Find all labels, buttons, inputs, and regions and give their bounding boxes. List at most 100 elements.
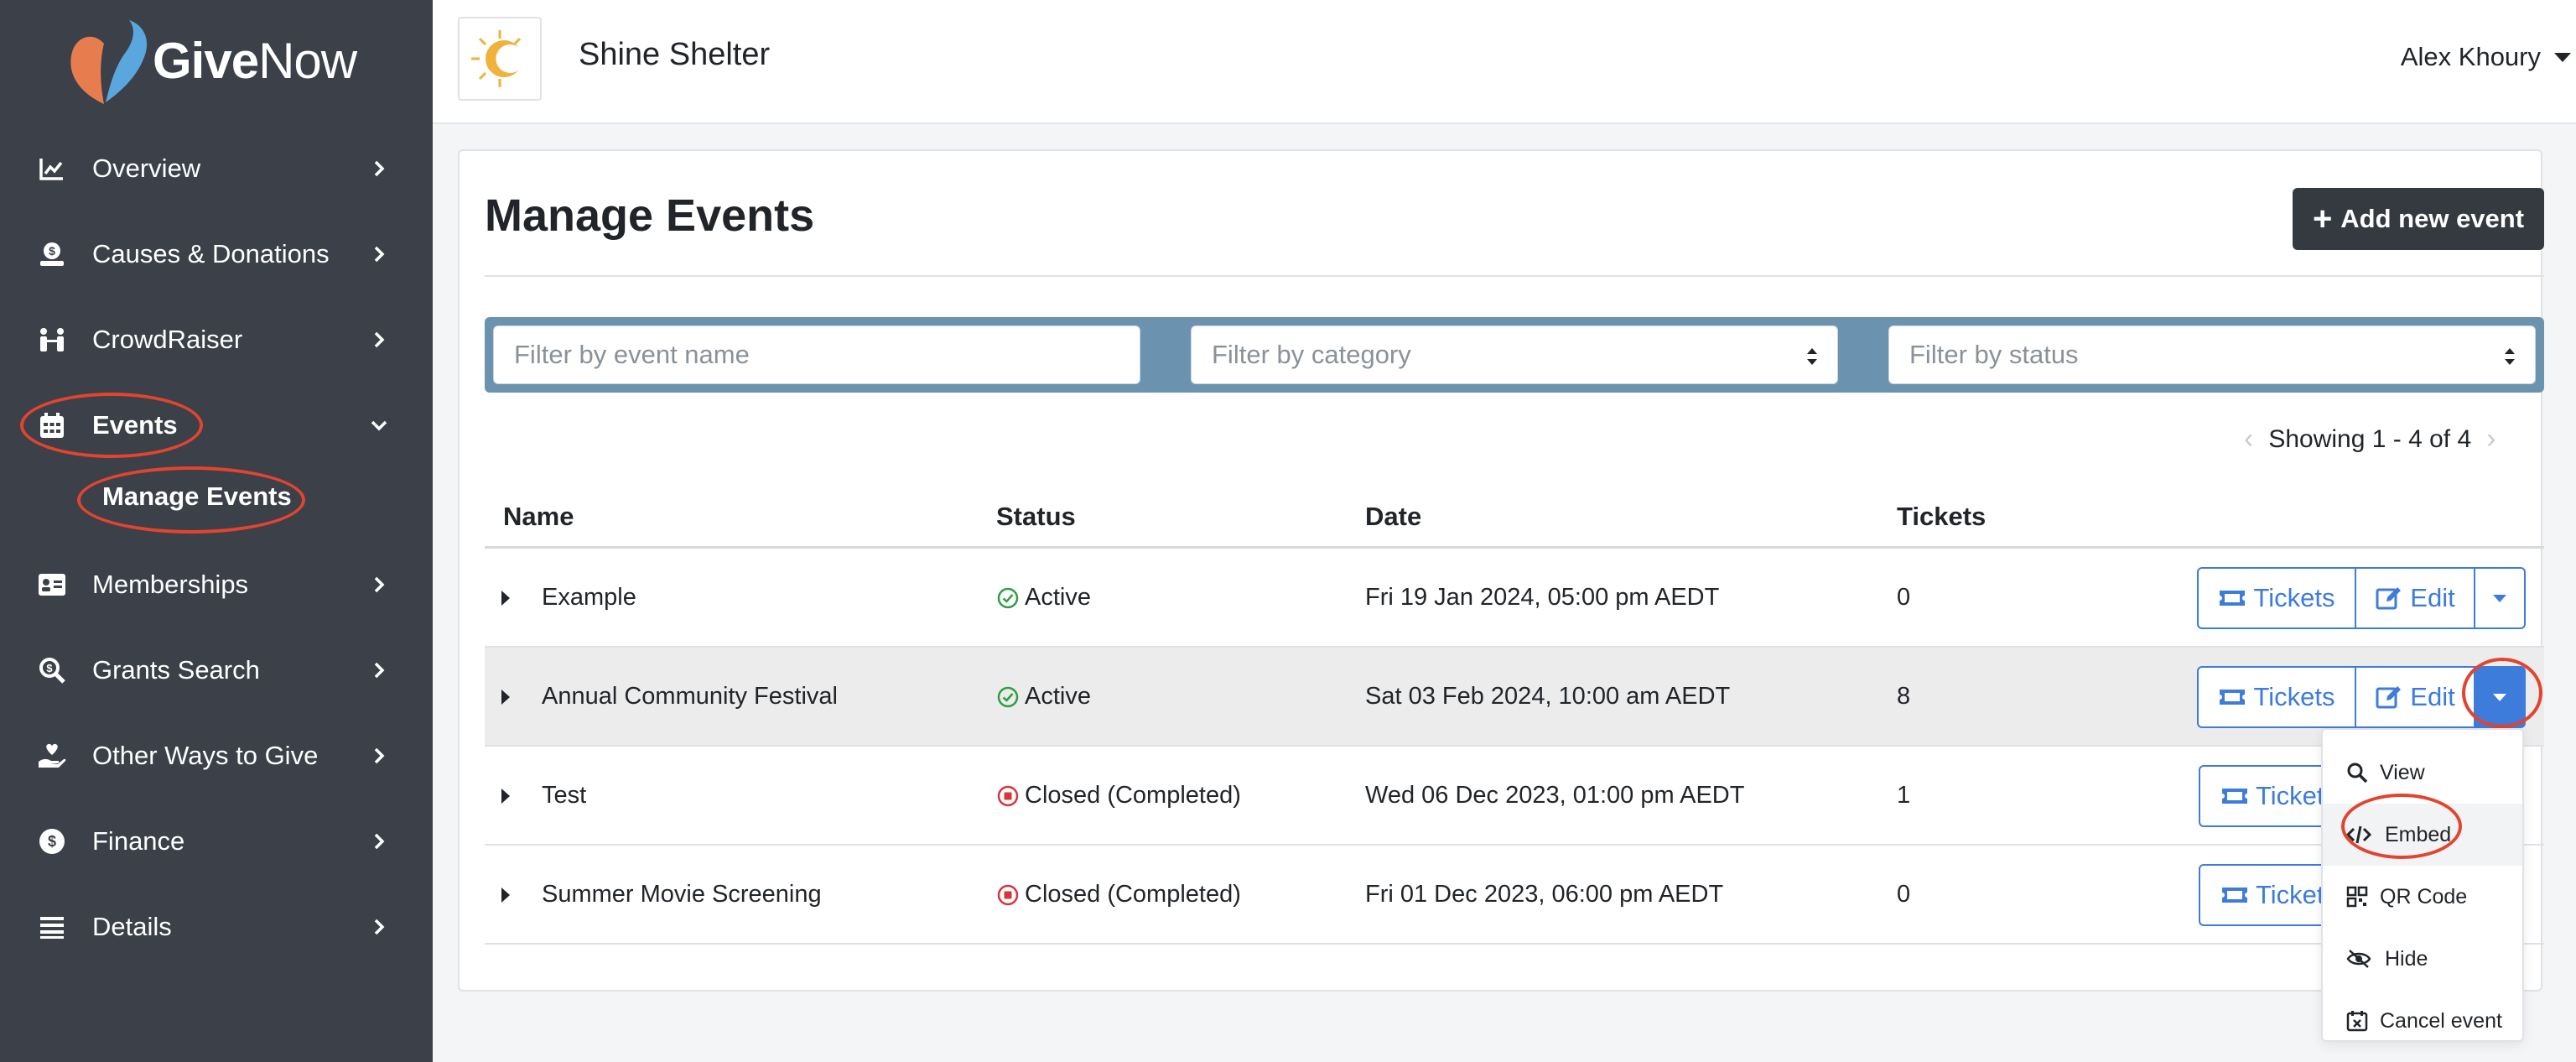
add-new-event-button[interactable]: + Add new event bbox=[2293, 188, 2544, 250]
chevron-right-icon bbox=[374, 331, 385, 348]
chevron-right-icon bbox=[374, 246, 385, 263]
expand-row-icon[interactable] bbox=[501, 591, 510, 606]
ticket-icon bbox=[2220, 591, 2246, 606]
status-cell: Closed (Completed) bbox=[996, 881, 1241, 908]
hand-heart-icon bbox=[37, 741, 67, 771]
expand-row-icon[interactable] bbox=[501, 690, 510, 705]
chevron-right-icon bbox=[374, 833, 385, 850]
sidebar-item-grants-search[interactable]: $ Grants Search bbox=[0, 641, 433, 700]
sidebar-item-other-ways-to-give[interactable]: Other Ways to Give bbox=[0, 726, 433, 785]
sidebar-item-label: Finance bbox=[92, 826, 185, 856]
edit-button[interactable]: Edit bbox=[2356, 567, 2475, 629]
qr-code-icon bbox=[2346, 886, 2368, 908]
sidebar-item-causes-donations[interactable]: $ Causes & Donations bbox=[0, 225, 433, 284]
table-row: Test Closed (Completed) Wed 06 Dec 2023,… bbox=[485, 747, 2544, 846]
dropdown-item-label: QR Code bbox=[2380, 884, 2468, 908]
sidebar-item-details[interactable]: Details bbox=[0, 898, 433, 956]
edit-button[interactable]: Edit bbox=[2356, 666, 2475, 728]
dropdown-item-hide[interactable]: Hide bbox=[2323, 928, 2522, 990]
status-cell: Closed (Completed) bbox=[996, 782, 1241, 810]
id-card-icon bbox=[37, 570, 67, 600]
expand-row-icon[interactable] bbox=[501, 789, 510, 804]
eye-slash-icon bbox=[2346, 950, 2371, 968]
org-logo bbox=[458, 17, 542, 101]
dropdown-item-label: View bbox=[2380, 760, 2425, 784]
tickets-label: Tickets bbox=[2253, 682, 2335, 711]
more-actions-toggle[interactable] bbox=[2475, 567, 2526, 629]
tickets-label: Ticket bbox=[2256, 880, 2324, 909]
annotation-circle-embed bbox=[2341, 794, 2462, 859]
annotation-circle-manage-events bbox=[77, 466, 305, 534]
stop-circle-icon bbox=[997, 785, 1019, 806]
tickets-button[interactable]: Tickets bbox=[2197, 666, 2356, 728]
donate-icon: $ bbox=[37, 239, 67, 269]
dropdown-item-cancel-event[interactable]: Cancel event bbox=[2323, 990, 2522, 1052]
plus-icon: + bbox=[2312, 200, 2333, 237]
ticket-count: 0 bbox=[1897, 881, 1911, 908]
status-text: Active bbox=[1025, 584, 1091, 611]
pagination-text: Showing 1 - 4 of 4 bbox=[2268, 424, 2472, 453]
column-header-name[interactable]: Name bbox=[503, 502, 574, 532]
edit-icon bbox=[2376, 686, 2402, 709]
prev-page-icon[interactable]: ‹ bbox=[2244, 423, 2253, 456]
calendar-x-icon bbox=[2346, 1011, 2368, 1032]
events-card: Manage Events + Add new event Filter by … bbox=[458, 149, 2544, 992]
select-arrows-icon bbox=[2505, 348, 2515, 365]
svg-text:$: $ bbox=[46, 662, 53, 674]
dropdown-item-view[interactable]: View bbox=[2323, 742, 2522, 804]
filter-category-placeholder: Filter by category bbox=[1212, 340, 1411, 369]
check-circle-icon bbox=[997, 587, 1019, 608]
sidebar: GiveNow Overview $ Causes & Donations Cr… bbox=[0, 0, 433, 1062]
event-date: Fri 19 Jan 2024, 05:00 pm AEDT bbox=[1365, 584, 1720, 611]
filter-event-name-input[interactable]: Filter by event name bbox=[493, 325, 1140, 384]
status-cell: Active bbox=[996, 584, 1091, 612]
chart-line-icon bbox=[37, 154, 67, 184]
ticket-count: 8 bbox=[1897, 683, 1911, 710]
sidebar-item-memberships[interactable]: Memberships bbox=[0, 555, 433, 614]
caret-down-icon bbox=[2493, 594, 2506, 602]
column-header-date[interactable]: Date bbox=[1365, 502, 1421, 532]
column-header-status[interactable]: Status bbox=[996, 502, 1076, 532]
tickets-label: Tickets bbox=[2253, 583, 2335, 612]
search-dollar-icon: $ bbox=[37, 655, 67, 685]
user-menu[interactable]: Alex Khoury bbox=[2401, 42, 2571, 72]
filter-category-select[interactable]: Filter by category bbox=[1191, 325, 1838, 384]
heart-logo-icon bbox=[70, 20, 148, 104]
event-name: Test bbox=[542, 782, 587, 809]
magnifier-icon bbox=[2347, 763, 2368, 783]
sidebar-item-finance[interactable]: $ Finance bbox=[0, 812, 433, 871]
user-name: Alex Khoury bbox=[2400, 42, 2541, 71]
table-row: Annual Community Festival Active Sat 03 … bbox=[485, 648, 2544, 747]
table-row: Summer Movie Screening Closed (Completed… bbox=[485, 846, 2544, 945]
column-header-tickets[interactable]: Tickets bbox=[1897, 502, 1986, 532]
sidebar-item-label: Causes & Donations bbox=[92, 239, 330, 268]
ticket-count: 0 bbox=[1897, 584, 1911, 611]
chevron-right-icon bbox=[374, 919, 385, 935]
next-page-icon[interactable]: › bbox=[2486, 423, 2496, 456]
dropdown-item-qr-code[interactable]: QR Code bbox=[2323, 866, 2522, 928]
add-new-event-label: Add new event bbox=[2340, 204, 2525, 233]
edit-label: Edit bbox=[2410, 682, 2455, 711]
dropdown-item-label: Cancel event bbox=[2380, 1008, 2502, 1033]
svg-text:$: $ bbox=[48, 833, 56, 850]
sidebar-item-label: Overview bbox=[92, 154, 201, 183]
tickets-button[interactable]: Ticket bbox=[2199, 765, 2333, 827]
coin-icon: $ bbox=[37, 826, 67, 856]
givenow-logo[interactable]: GiveNow bbox=[67, 15, 357, 106]
check-circle-icon bbox=[997, 686, 1019, 707]
sidebar-item-label: Other Ways to Give bbox=[92, 741, 319, 770]
tickets-label: Ticket bbox=[2256, 781, 2324, 810]
list-icon bbox=[37, 912, 67, 942]
expand-row-icon[interactable] bbox=[501, 888, 510, 903]
filter-event-name-placeholder: Filter by event name bbox=[514, 340, 750, 369]
tickets-button[interactable]: Ticket bbox=[2199, 864, 2333, 926]
filter-status-select[interactable]: Filter by status bbox=[1888, 325, 2536, 384]
brand-wordmark: GiveNow bbox=[153, 32, 357, 89]
sidebar-item-overview[interactable]: Overview bbox=[0, 139, 433, 198]
event-date: Fri 01 Dec 2023, 06:00 pm AEDT bbox=[1365, 881, 1724, 908]
sidebar-item-label: Grants Search bbox=[92, 655, 260, 685]
sidebar-item-crowdraiser[interactable]: CrowdRaiser bbox=[0, 310, 433, 369]
ticket-icon bbox=[2220, 690, 2246, 705]
edit-icon bbox=[2376, 587, 2402, 610]
tickets-button[interactable]: Tickets bbox=[2197, 567, 2356, 629]
